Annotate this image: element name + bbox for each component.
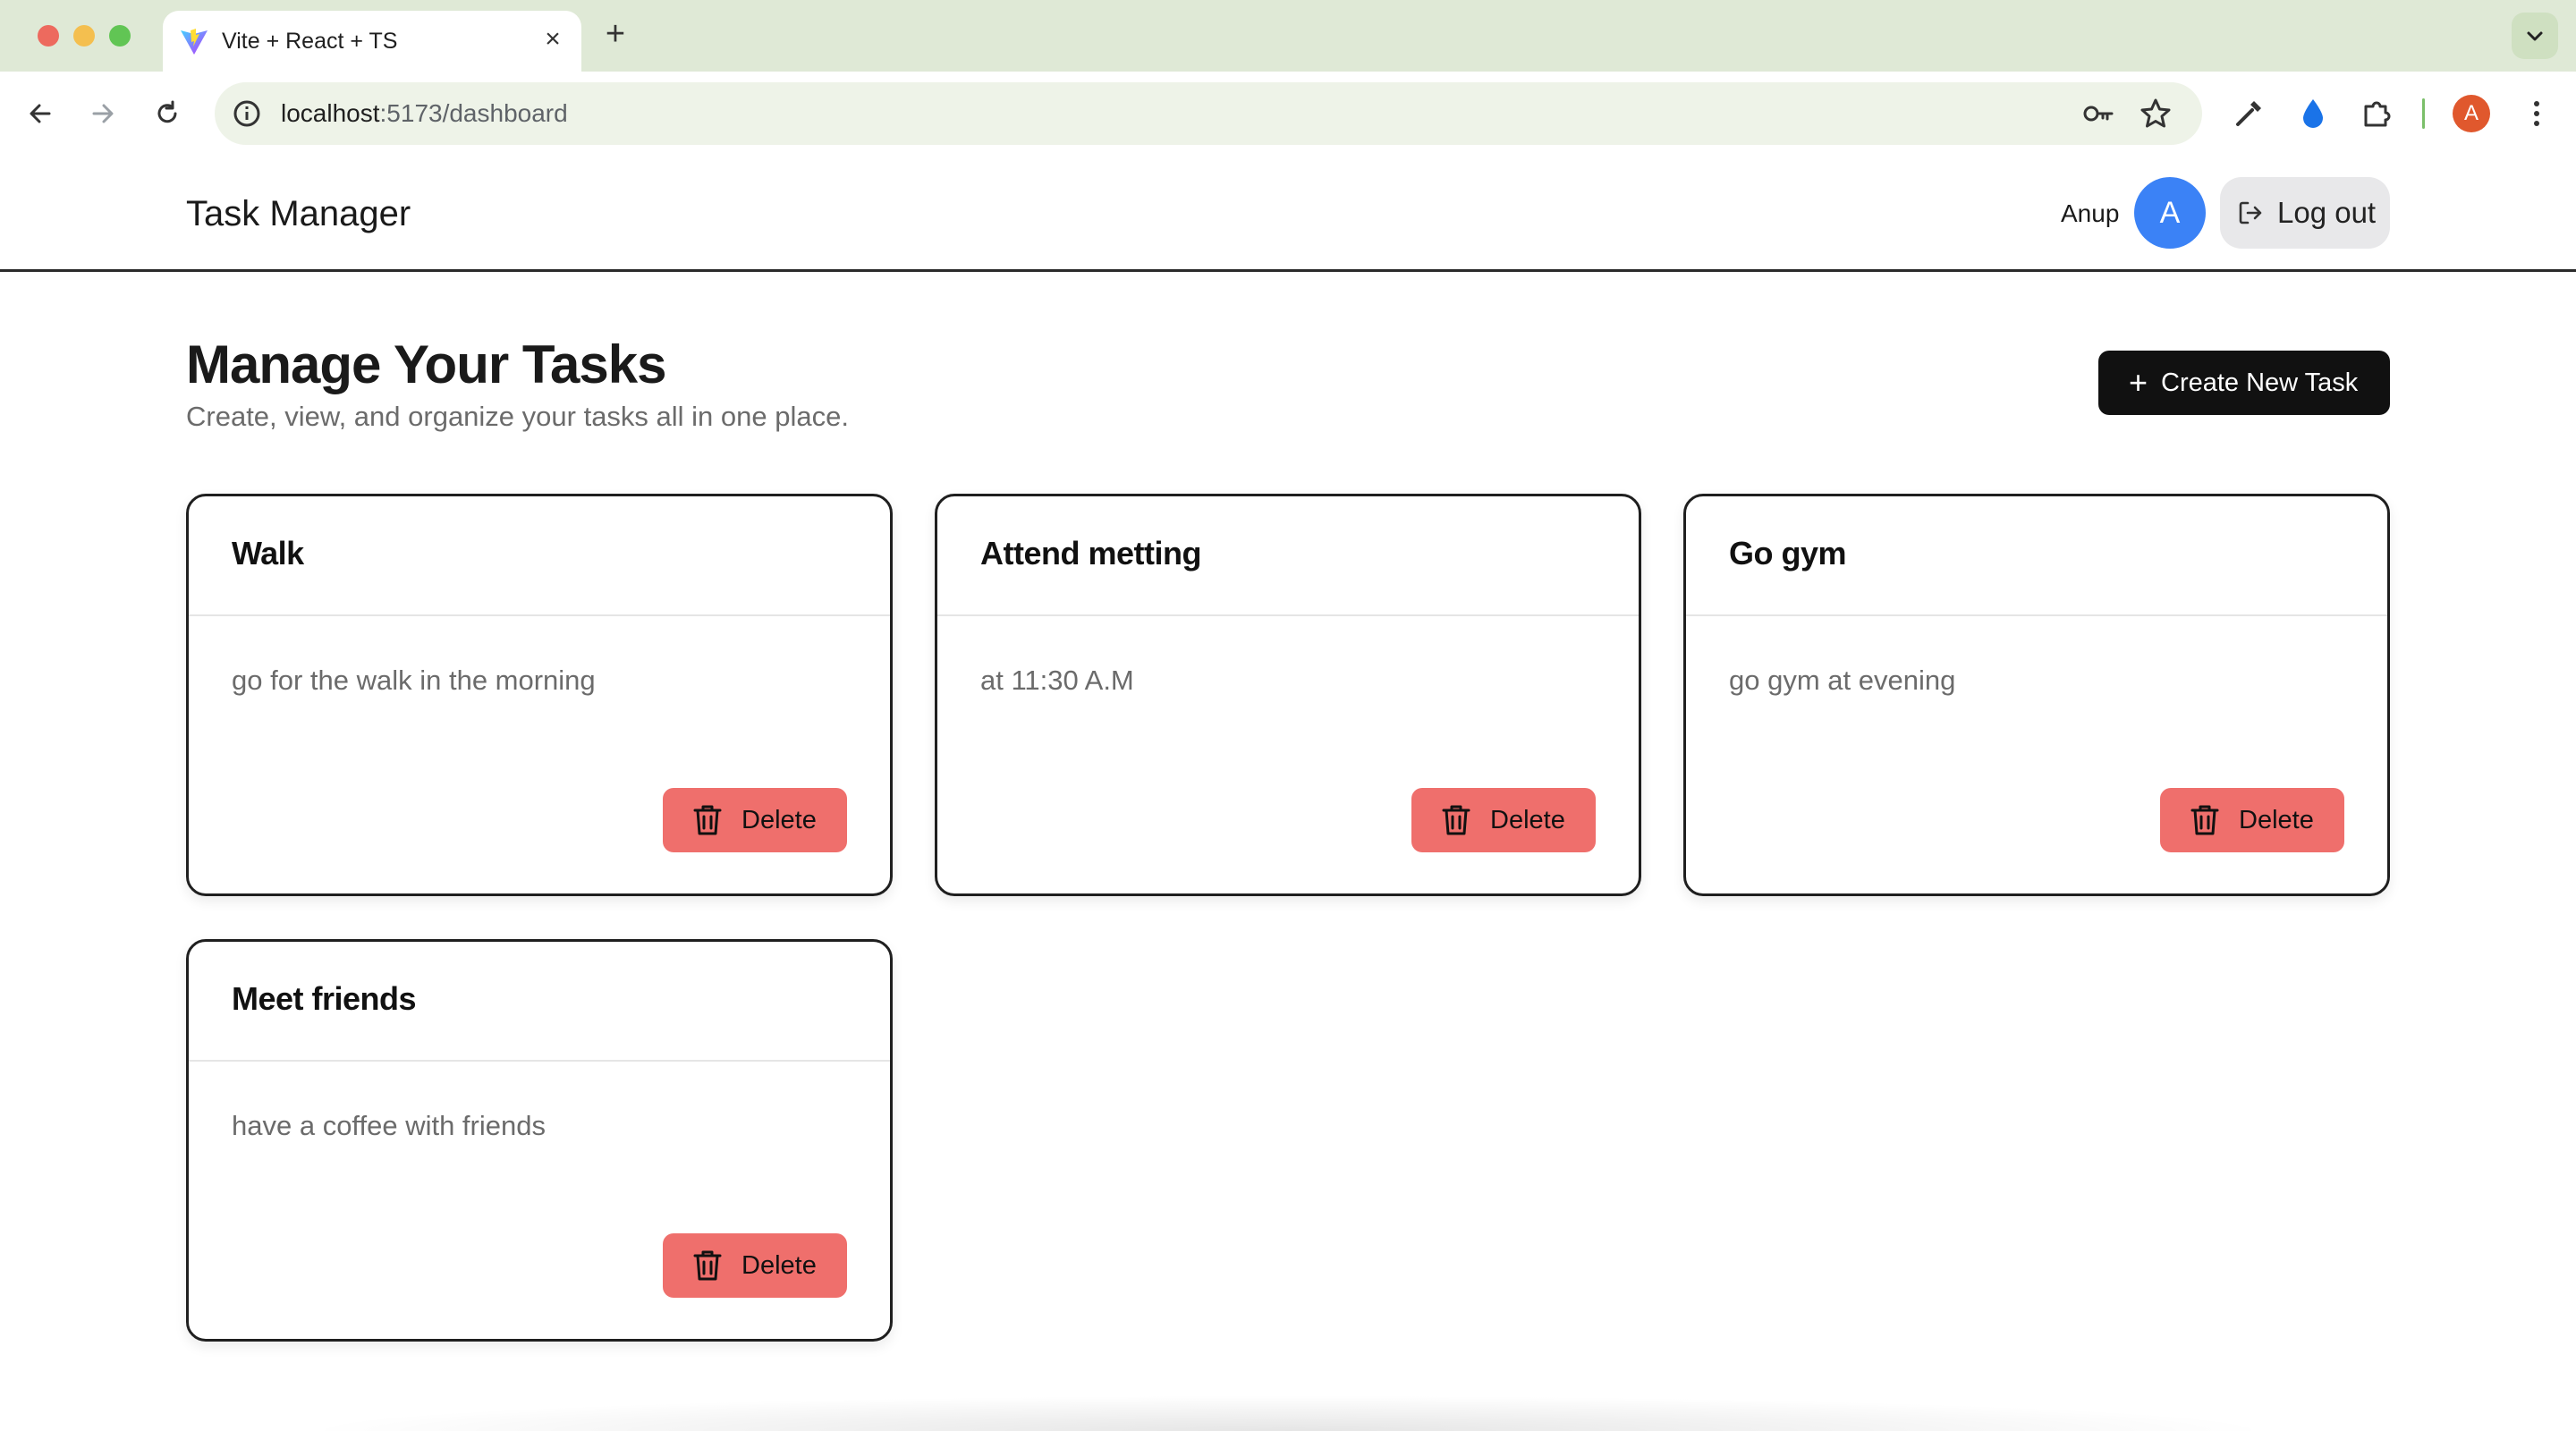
- window-zoom-button[interactable]: [109, 25, 131, 47]
- chevron-down-icon: [2527, 31, 2543, 41]
- task-card: Walk go for the walk in the morning Dele…: [186, 494, 893, 896]
- task-card: Attend metting at 11:30 A.M Delete: [935, 494, 1641, 896]
- vite-logo-icon: [179, 27, 209, 57]
- url-path: :5173/dashboard: [379, 99, 568, 127]
- create-task-label: Create New Task: [2161, 368, 2359, 397]
- back-button[interactable]: [20, 93, 61, 134]
- delete-label: Delete: [741, 806, 817, 834]
- browser-chrome: Vite + React + TS × + localhost:5173/das…: [0, 0, 2576, 156]
- browser-profile-avatar[interactable]: A: [2453, 95, 2490, 132]
- card-divider: [1686, 614, 2387, 616]
- task-card: Go gym go gym at evening Delete: [1683, 494, 2390, 896]
- eyedropper-icon[interactable]: [2229, 94, 2268, 133]
- bottom-shadow: [295, 1395, 2281, 1431]
- new-tab-button[interactable]: +: [597, 16, 633, 52]
- delete-task-button[interactable]: Delete: [663, 788, 847, 852]
- tab-title: Vite + React + TS: [222, 29, 398, 54]
- browser-toolbar: localhost:5173/dashboard A: [0, 72, 2576, 156]
- address-text[interactable]: localhost:5173/dashboard: [281, 97, 568, 130]
- logout-icon: [2239, 201, 2262, 224]
- page-subtitle: Create, view, and organize your tasks al…: [186, 401, 849, 432]
- bookmark-star-icon[interactable]: [2138, 96, 2174, 131]
- extensions-puzzle-icon[interactable]: [2358, 94, 2397, 133]
- card-divider: [937, 614, 1639, 616]
- reload-button[interactable]: [147, 93, 188, 134]
- delete-task-button[interactable]: Delete: [1411, 788, 1596, 852]
- user-avatar[interactable]: A: [2134, 177, 2206, 249]
- user-name: Anup: [2061, 199, 2120, 227]
- task-card: Meet friends have a coffee with friends …: [186, 939, 893, 1342]
- browser-tab-active[interactable]: Vite + React + TS ×: [163, 11, 581, 72]
- task-title: Walk: [232, 535, 304, 572]
- delete-task-button[interactable]: Delete: [663, 1233, 847, 1298]
- delete-label: Delete: [1490, 806, 1565, 834]
- address-bar[interactable]: localhost:5173/dashboard: [215, 82, 2202, 145]
- back-icon: [30, 104, 51, 123]
- delete-task-button[interactable]: Delete: [2160, 788, 2344, 852]
- task-description: go gym at evening: [1729, 665, 1956, 696]
- delete-label: Delete: [2239, 806, 2314, 834]
- trash-icon: [693, 1250, 722, 1281]
- task-title: Meet friends: [232, 980, 417, 1017]
- forward-button[interactable]: [82, 93, 123, 134]
- app-brand[interactable]: Task Manager: [186, 191, 411, 236]
- site-info-icon[interactable]: [231, 97, 263, 130]
- card-divider: [189, 1060, 890, 1062]
- tab-close-icon[interactable]: ×: [537, 23, 569, 55]
- app-header: Task Manager Anup A Log out: [0, 156, 2576, 272]
- url-host: localhost: [281, 99, 380, 127]
- trash-icon: [2190, 805, 2219, 835]
- reload-icon: [157, 100, 177, 123]
- plus-icon: +: [2129, 364, 2148, 401]
- delete-label: Delete: [741, 1251, 817, 1280]
- create-task-button[interactable]: + Create New Task: [2098, 351, 2390, 415]
- task-title: Attend metting: [980, 535, 1201, 572]
- task-title: Go gym: [1729, 535, 1847, 572]
- window-close-button[interactable]: [38, 25, 59, 47]
- logout-button[interactable]: Log out: [2220, 177, 2390, 249]
- more-menu-icon[interactable]: [2517, 94, 2556, 133]
- card-divider: [189, 614, 890, 616]
- task-description: at 11:30 A.M: [980, 665, 1134, 696]
- task-description: go for the walk in the morning: [232, 665, 596, 696]
- page-title: Manage Your Tasks: [186, 334, 667, 394]
- trash-icon: [693, 805, 722, 835]
- tab-search-button[interactable]: [2512, 13, 2558, 59]
- tab-strip: Vite + React + TS × +: [0, 0, 2576, 72]
- trash-icon: [1442, 805, 1470, 835]
- toolbar-divider: [2422, 98, 2425, 129]
- logout-label: Log out: [2277, 196, 2377, 229]
- task-description: have a coffee with friends: [232, 1110, 546, 1141]
- drop-extension-icon[interactable]: [2293, 94, 2333, 133]
- password-key-icon[interactable]: [2080, 96, 2116, 131]
- forward-icon: [92, 104, 114, 123]
- window-minimize-button[interactable]: [73, 25, 95, 47]
